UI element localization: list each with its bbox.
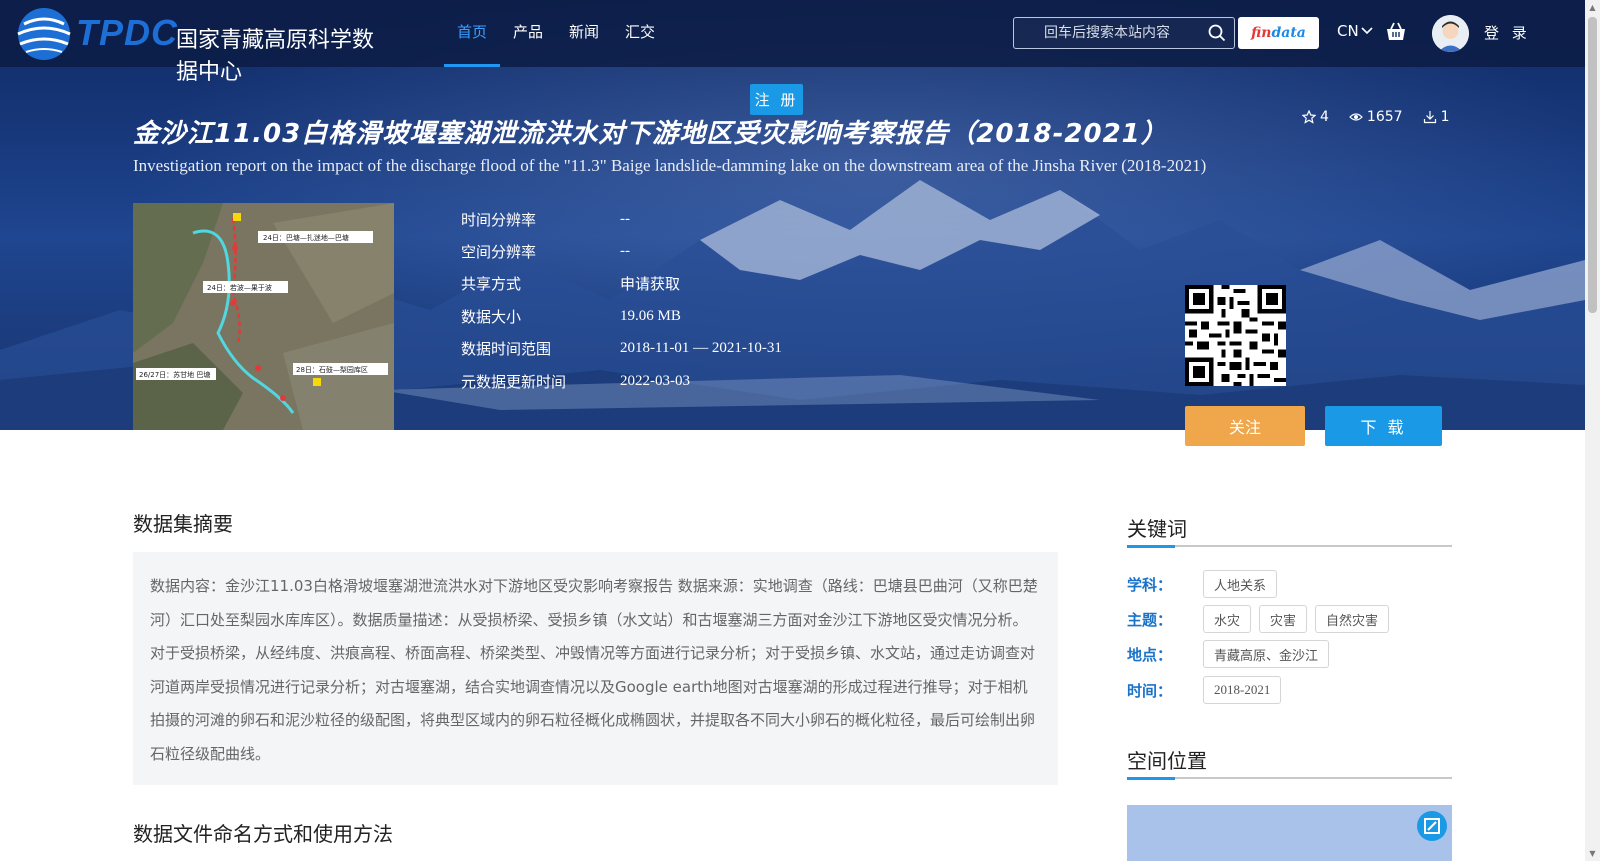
downloads-count: 1 bbox=[1440, 109, 1450, 125]
download-button[interactable]: 下 载 bbox=[1325, 406, 1442, 446]
naming-heading: 数据文件命名方式和使用方法 bbox=[133, 822, 393, 846]
scroll-down-icon[interactable]: ▼ bbox=[1588, 849, 1597, 858]
keyword-label: 地点： bbox=[1127, 645, 1173, 664]
thumbnail-label: 28日：石鼓—梨园库区 bbox=[296, 365, 368, 374]
cart-icon[interactable] bbox=[1385, 21, 1407, 43]
downloads-stat: 1 bbox=[1423, 109, 1450, 125]
findata-button[interactable]: fin data bbox=[1238, 17, 1319, 49]
meta-value: -- bbox=[620, 243, 630, 260]
scrollbar-thumb[interactable] bbox=[1588, 17, 1597, 313]
dataset-thumbnail[interactable]: 24日：巴塘—扎迷地—巴塘 24日：若波—果于波 26/27日：苏甘地 巴塘 2… bbox=[133, 203, 394, 430]
location-heading: 空间位置 bbox=[1127, 749, 1207, 773]
meta-row: 数据大小 19.06 MB bbox=[461, 300, 782, 332]
nav-item-label: 产品 bbox=[513, 23, 544, 41]
user-avatar[interactable] bbox=[1432, 15, 1469, 52]
keyword-tag[interactable]: 灾害 bbox=[1259, 605, 1308, 633]
top-navbar: TPDC 国家青藏高原科学数据中心 首页 产品 新闻 汇交 findata CN bbox=[0, 0, 1585, 85]
meta-value: 2018-11-01 — 2021-10-31 bbox=[620, 340, 782, 357]
meta-value: 2022-03-03 bbox=[620, 372, 690, 389]
keyword-label: 主题： bbox=[1127, 610, 1173, 629]
keywords-underline bbox=[1127, 545, 1452, 548]
meta-value: 19.06 MB bbox=[620, 307, 681, 324]
meta-row: 数据时间范围 2018-11-01 — 2021-10-31 bbox=[461, 333, 782, 365]
main-nav: 首页 产品 新闻 汇交 bbox=[444, 0, 668, 67]
location-underline bbox=[1127, 777, 1452, 780]
meta-key: 数据时间范围 bbox=[461, 340, 552, 359]
meta-key: 元数据更新时间 bbox=[461, 372, 567, 391]
keyword-tag[interactable]: 水灾 bbox=[1203, 605, 1252, 633]
keyword-row-discipline: 学科： 人地关系 bbox=[1127, 570, 1285, 598]
keyword-row-time: 时间： 2018-2021 bbox=[1127, 676, 1289, 704]
meta-value: 申请获取 bbox=[620, 275, 681, 294]
avatar-icon bbox=[1432, 15, 1469, 52]
stars-count: 4 bbox=[1320, 109, 1329, 125]
abstract-heading: 数据集摘要 bbox=[133, 512, 233, 536]
meta-row: 时间分辨率 -- bbox=[461, 203, 782, 235]
nav-item-home[interactable]: 首页 bbox=[444, 0, 501, 67]
keyword-tag[interactable]: 人地关系 bbox=[1203, 570, 1278, 598]
meta-key: 时间分辨率 bbox=[461, 210, 537, 229]
scroll-up-icon[interactable]: ▲ bbox=[1588, 3, 1597, 12]
abstract-text: 数据内容：金沙江11.03白格滑坡堰塞湖泄流洪水对下游地区受灾影响考察报告 数据… bbox=[150, 577, 1038, 763]
abstract-box: 数据内容：金沙江11.03白格滑坡堰塞湖泄流洪水对下游地区受灾影响考察报告 数据… bbox=[133, 552, 1058, 785]
logo-chinese-name: 国家青藏高原科学数据中心 bbox=[176, 28, 375, 85]
qr-code-icon bbox=[1185, 285, 1286, 386]
views-count: 1657 bbox=[1366, 109, 1403, 125]
meta-row: 空间分辨率 -- bbox=[461, 235, 782, 267]
follow-button[interactable]: 关注 bbox=[1185, 406, 1305, 446]
search-icon[interactable] bbox=[1208, 24, 1226, 42]
meta-value: -- bbox=[620, 210, 630, 227]
views-stat: 1657 bbox=[1349, 109, 1403, 125]
register-button[interactable]: 注 册 bbox=[750, 84, 803, 115]
keyword-tag[interactable]: 自然灾害 bbox=[1315, 605, 1390, 633]
download-icon bbox=[1423, 111, 1436, 124]
keywords-heading: 关键词 bbox=[1127, 517, 1187, 541]
nav-item-products[interactable]: 产品 bbox=[500, 0, 556, 67]
nav-item-news[interactable]: 新闻 bbox=[556, 0, 612, 67]
keyword-row-theme: 主题： 水灾 灾害 自然灾害 bbox=[1127, 605, 1397, 633]
qr-code bbox=[1185, 285, 1286, 386]
map-expand-icon bbox=[1424, 818, 1440, 834]
login-link[interactable]: 登 录 bbox=[1484, 22, 1531, 43]
thumbnail-label: 24日：巴塘—扎迷地—巴塘 bbox=[263, 233, 349, 242]
meta-row: 元数据更新时间 2022-03-03 bbox=[461, 365, 782, 397]
nav-item-label: 汇交 bbox=[625, 23, 656, 41]
dataset-stats: 4 1657 1 bbox=[1302, 109, 1449, 125]
language-switch[interactable]: CN bbox=[1337, 22, 1373, 40]
chevron-down-icon bbox=[1361, 27, 1373, 35]
globe-logo-icon bbox=[17, 8, 71, 60]
dataset-title: 金沙江11.03白格滑坡堰塞湖泄流洪水对下游地区受灾影响考察报告（2018-20… bbox=[133, 119, 1168, 149]
keyword-row-place: 地点： 青藏高原、金沙江 bbox=[1127, 640, 1337, 668]
route-map-thumbnail: 24日：巴塘—扎迷地—巴塘 24日：若波—果于波 26/27日：苏甘地 巴塘 2… bbox=[133, 203, 394, 430]
nav-item-label: 首页 bbox=[457, 23, 488, 41]
dataset-subtitle: Investigation report on the impact of th… bbox=[133, 156, 1207, 175]
page-scrollbar[interactable]: ▲ ▼ bbox=[1585, 0, 1600, 861]
site-logo[interactable]: TPDC 国家青藏高原科学数据中心 bbox=[14, 4, 394, 85]
meta-key: 数据大小 bbox=[461, 307, 522, 326]
meta-key: 共享方式 bbox=[461, 275, 522, 294]
spatial-map[interactable] bbox=[1127, 805, 1452, 861]
search-input[interactable] bbox=[1014, 18, 1204, 48]
thumbnail-label: 26/27日：苏甘地 巴塘 bbox=[139, 370, 210, 379]
language-label: CN bbox=[1337, 22, 1359, 40]
map-expand-button[interactable] bbox=[1417, 811, 1447, 841]
nav-item-label: 新闻 bbox=[569, 23, 600, 41]
keyword-tag[interactable]: 青藏高原、金沙江 bbox=[1203, 640, 1330, 668]
keyword-label: 时间： bbox=[1127, 681, 1173, 700]
search-box bbox=[1013, 17, 1235, 49]
star-icon bbox=[1302, 110, 1316, 124]
logo-tpdc-text: TPDC bbox=[76, 12, 178, 53]
keyword-label: 学科： bbox=[1127, 575, 1173, 594]
stars-stat[interactable]: 4 bbox=[1302, 109, 1329, 125]
dataset-metadata: 时间分辨率 -- 空间分辨率 -- 共享方式 申请获取 数据大小 19.06 MB 数据… bbox=[461, 203, 782, 397]
meta-key: 空间分辨率 bbox=[461, 243, 537, 262]
findata-label-part2: data bbox=[1271, 25, 1306, 41]
keyword-tag[interactable]: 2018-2021 bbox=[1203, 676, 1282, 704]
meta-row: 共享方式 申请获取 bbox=[461, 268, 782, 300]
eye-icon bbox=[1349, 113, 1363, 121]
findata-label-part1: fin bbox=[1251, 25, 1272, 41]
thumbnail-label: 24日：若波—果于波 bbox=[207, 283, 272, 292]
nav-item-submit[interactable]: 汇交 bbox=[612, 0, 668, 67]
